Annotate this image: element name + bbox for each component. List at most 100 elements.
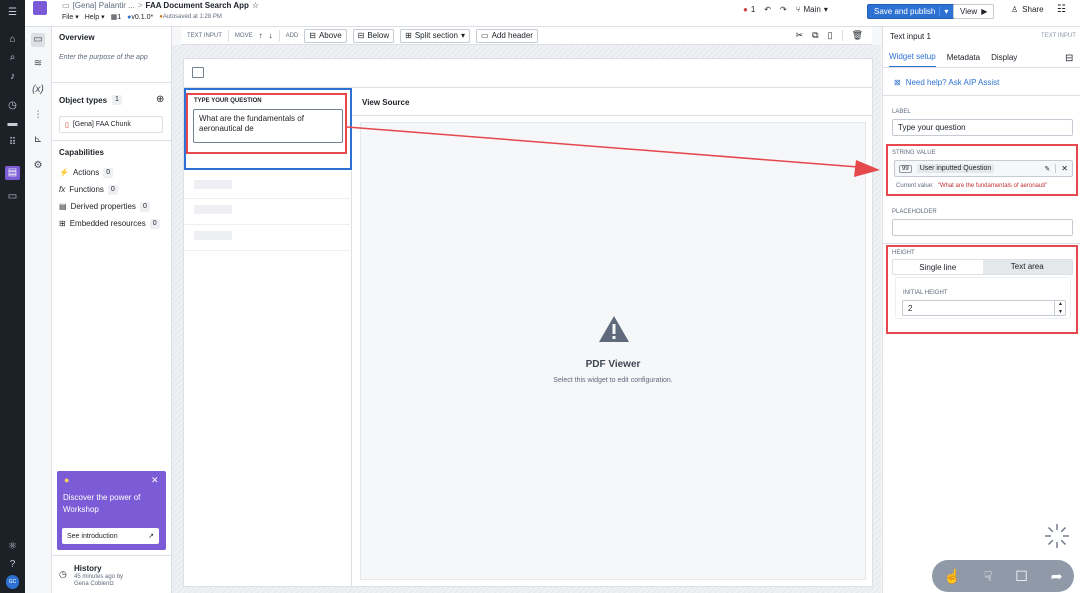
overview-icon[interactable]: ▭ xyxy=(31,33,45,47)
tab-metadata[interactable]: Metadata xyxy=(947,53,980,67)
save-options-chevron-icon[interactable]: ▾ xyxy=(939,7,948,16)
docs-book-icon[interactable]: ⊟ xyxy=(1065,53,1073,64)
split-section-button[interactable]: ⊞ Split section ▾ xyxy=(400,28,470,43)
promo-card: ● ✕ Discover the power of Workshop See i… xyxy=(57,471,166,550)
divider xyxy=(278,29,280,42)
variables-icon[interactable]: (x) xyxy=(31,83,45,97)
purpose-input[interactable]: Enter the purpose of the app xyxy=(59,54,148,61)
capability-functions[interactable]: fx Functions 0 xyxy=(59,181,160,198)
top-bar: ▭ [Gena] Palantir ... > FAA Document Sea… xyxy=(25,0,1080,27)
share-forward-icon[interactable]: ➦ xyxy=(1051,568,1063,585)
recent-icon[interactable]: ◷ xyxy=(5,99,20,113)
function-icon: fx xyxy=(59,185,66,194)
ontology-icon[interactable]: ⚛ xyxy=(5,540,20,554)
cut-icon[interactable]: ✂ xyxy=(796,30,804,41)
add-below-button[interactable]: ⊟ Below xyxy=(352,28,395,43)
menu-icon[interactable]: ☰ xyxy=(5,6,20,20)
settings-gear-icon[interactable]: ⚙ xyxy=(31,159,45,173)
file-menu[interactable]: File ▾ xyxy=(62,13,79,21)
aip-assist-icon: ⊠ xyxy=(894,78,901,87)
home-icon[interactable]: ⌂ xyxy=(5,33,20,47)
lightbulb-icon: ● xyxy=(64,475,70,485)
view-button[interactable]: View ▶ xyxy=(953,4,995,19)
add-object-type-icon[interactable]: ⊕ xyxy=(156,94,164,105)
history-title[interactable]: History xyxy=(74,564,102,573)
header-placeholder-icon xyxy=(192,67,204,78)
annotation-box-string-value xyxy=(886,144,1078,196)
left-section: TYPE YOUR QUESTION What are the fundamen… xyxy=(184,88,352,586)
placeholder-input[interactable] xyxy=(892,219,1073,236)
header-section[interactable] xyxy=(184,59,872,88)
pdf-viewer-title: PDF Viewer xyxy=(585,359,641,370)
delete-icon[interactable]: 🗑 xyxy=(852,30,863,41)
split-icon: ⊞ xyxy=(405,31,412,40)
pages-indicator[interactable]: ▦1 xyxy=(111,13,122,21)
breadcrumb-parent[interactable]: [Gena] Palantir ... xyxy=(73,1,135,10)
placeholder-row xyxy=(194,180,232,189)
capability-embedded-resources[interactable]: ⊞ Embedded resources 0 xyxy=(59,215,160,232)
tab-widget-setup[interactable]: Widget setup xyxy=(889,52,936,68)
pdf-viewer-widget[interactable]: PDF Viewer Select this widget to edit co… xyxy=(360,122,866,580)
error-indicator[interactable]: ● 1 xyxy=(743,5,755,14)
list-menu-icon[interactable]: ☷ xyxy=(1057,4,1066,15)
label-input[interactable]: Type your question xyxy=(892,119,1073,136)
editor-rail: ▭ ≋ (x) ⫶ ⊾ ⚙ xyxy=(25,27,52,593)
add-above-icon: ⊟ xyxy=(309,31,316,40)
help-icon[interactable]: ? xyxy=(5,558,20,572)
thumbs-down-icon[interactable]: ☟ xyxy=(984,568,993,585)
capability-derived-properties[interactable]: ▤ Derived properties 0 xyxy=(59,198,160,215)
share-button[interactable]: ♙ Share xyxy=(1011,5,1044,14)
redo-icon[interactable]: ↷ xyxy=(780,5,787,14)
folder-icon[interactable]: ▬ xyxy=(5,117,20,131)
promo-title: Discover the power of Workshop xyxy=(63,493,141,514)
toolbar-move-label: MOVE xyxy=(234,32,253,39)
search-icon[interactable]: ⌕ xyxy=(5,51,20,65)
help-menu[interactable]: Help ▾ xyxy=(85,13,105,21)
add-above-button[interactable]: ⊟ Above xyxy=(304,28,347,43)
breadcrumb-separator: > xyxy=(137,1,143,10)
divider xyxy=(227,29,229,42)
favorite-star-icon[interactable]: ☆ xyxy=(252,1,259,10)
capability-actions[interactable]: ⚡ Actions 0 xyxy=(59,164,160,181)
chart-icon[interactable]: ⊾ xyxy=(31,133,45,147)
error-icon: ● xyxy=(743,5,748,14)
divider xyxy=(52,555,172,556)
aip-assist-link[interactable]: ⊠ Need help? Ask AIP Assist xyxy=(894,78,999,87)
move-up-icon[interactable]: ↑ xyxy=(259,31,263,40)
arrow-up-right-icon: ↗ xyxy=(148,533,154,540)
workshop-app-icon[interactable]: ▤ xyxy=(5,166,20,180)
widget-name[interactable]: Text input 1 xyxy=(890,32,931,41)
annotation-box-height xyxy=(886,245,1078,334)
paste-icon[interactable]: ▯ xyxy=(828,30,833,41)
thumbs-up-icon[interactable]: ☝ xyxy=(943,568,960,585)
divider xyxy=(184,198,352,199)
apps-grid-icon[interactable]: ⠿ xyxy=(5,136,20,150)
comment-icon[interactable]: ☐ xyxy=(1015,568,1028,585)
placeholder-title: PLACEHOLDER xyxy=(892,209,937,215)
loading-spinner-icon xyxy=(1045,524,1069,548)
undo-icon[interactable]: ↶ xyxy=(764,5,771,14)
version-badge[interactable]: ●v0.1.0* xyxy=(127,14,153,21)
embed-icon: ⊞ xyxy=(59,219,66,228)
divider xyxy=(841,30,843,41)
copy-icon[interactable]: ⧉ xyxy=(812,30,818,41)
save-and-publish-button[interactable]: Save and publish ▾ xyxy=(867,4,956,19)
notifications-icon[interactable]: ♪ xyxy=(5,70,20,84)
tab-display[interactable]: Display xyxy=(991,53,1017,67)
layers-icon[interactable]: ≋ xyxy=(31,57,45,71)
autosave-status: ●Autosaved at 1:28 PM xyxy=(159,14,222,20)
add-header-button[interactable]: ▭ Add header xyxy=(476,28,538,43)
share-user-icon: ♙ xyxy=(1011,5,1019,14)
placeholder-row xyxy=(194,231,232,240)
move-down-icon[interactable]: ↓ xyxy=(269,31,273,40)
object-type-item[interactable]: ▯ [Gena] FAA Chunk xyxy=(59,116,163,133)
user-avatar[interactable]: GC xyxy=(6,575,19,589)
see-introduction-button[interactable]: See introduction ↗ xyxy=(62,528,159,544)
layout-icon[interactable]: ⫶ xyxy=(31,109,45,123)
history-user: Gena Coblentz xyxy=(74,581,115,587)
close-icon[interactable]: ✕ xyxy=(151,475,159,486)
toolbar-add-label: ADD xyxy=(285,32,299,39)
files-icon[interactable]: ▭ xyxy=(5,190,20,204)
branch-selector[interactable]: ⑂ Main ▾ xyxy=(796,5,828,14)
feedback-bar: ☝ ☟ ☐ ➦ xyxy=(932,560,1074,592)
